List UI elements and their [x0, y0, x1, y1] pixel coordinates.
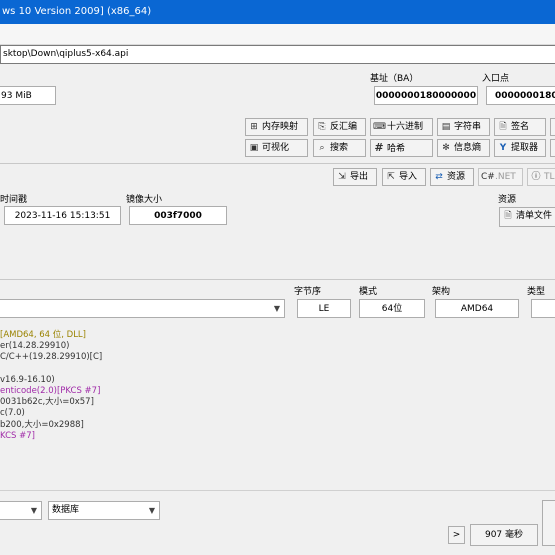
endian-label: 字节序: [294, 287, 322, 297]
manifest-button[interactable]: 🗎 清单文件: [499, 207, 555, 227]
memory-map-icon: ⊞: [250, 122, 258, 132]
tls-button[interactable]: ⓘ TL: [527, 168, 555, 186]
memory-map-button[interactable]: ⊞ 内存映射: [245, 118, 308, 136]
next-button[interactable]: >: [448, 526, 465, 544]
window-title: ws 10 Version 2009] (x86_64): [2, 6, 152, 17]
separator: [0, 163, 555, 164]
export-button[interactable]: ⇲ 导出: [333, 168, 377, 186]
disassemble-button[interactable]: ⎘ 反汇编: [313, 118, 366, 136]
signature-icon: 🗎: [499, 122, 507, 132]
dotnet-button[interactable]: C#.NET: [478, 168, 523, 186]
entropy-button[interactable]: ✻ 信息熵: [437, 139, 490, 157]
visualize-icon: ▣: [249, 143, 259, 153]
hash-icon: #: [374, 141, 384, 154]
manifest-icon: 🗎: [504, 211, 512, 221]
log-line: b200,大小=0x2988]: [0, 419, 84, 430]
log-line: KCS #7]: [0, 430, 35, 441]
csharp-icon: C#: [481, 172, 495, 182]
more-tools-button[interactable]: [550, 118, 555, 136]
database-combo[interactable]: 数据库 ▼: [48, 501, 160, 520]
import-button[interactable]: ⇱ 导入: [382, 168, 426, 186]
import-icon: ⇱: [387, 172, 395, 182]
entry-point-label: 入口点: [482, 74, 510, 84]
hex-button[interactable]: ⌨十六进制: [370, 118, 433, 136]
log-line: [AMD64, 64 位, DLL]: [0, 330, 86, 340]
base-address-field: 0000000180000000: [374, 86, 478, 105]
strings-button[interactable]: ▤ 字符串: [437, 118, 490, 136]
type-label: 类型: [527, 287, 546, 297]
file-type-combo[interactable]: ▼: [0, 299, 285, 318]
scan-mode-combo[interactable]: ▼: [0, 501, 42, 520]
log-line: enticode(2.0)[PKCS #7]: [0, 386, 101, 397]
search-icon: ⌕: [319, 143, 325, 153]
type-field: [531, 299, 555, 318]
file-path-field[interactable]: sktop\Down\qiplus5-x64.api: [0, 45, 555, 64]
duration-button[interactable]: 907 毫秒: [470, 524, 538, 546]
mode-field: 64位: [359, 299, 425, 318]
log-line: v16.9-16.10): [0, 374, 55, 385]
separator: [0, 279, 555, 280]
signature-button[interactable]: 🗎 签名: [494, 118, 546, 136]
resources-button[interactable]: ⇄ 资源: [430, 168, 474, 186]
chevron-down-icon: ▼: [30, 506, 37, 515]
scan-results: [AMD64, 64 位, DLL] er(14.28.29910) C/C++…: [0, 330, 102, 442]
entropy-icon: ✻: [442, 143, 450, 153]
menu-band: [0, 24, 555, 45]
hash-button[interactable]: # 哈希: [370, 139, 433, 157]
log-line: c(7.0): [0, 408, 25, 419]
arch-label: 架构: [432, 287, 451, 297]
hex-icon: ⌨: [373, 122, 386, 132]
window-titlebar: ws 10 Version 2009] (x86_64): [0, 0, 555, 24]
timestamp-label: 时间戳: [0, 195, 28, 205]
resources-icon: ⇄: [435, 172, 443, 182]
image-size-label: 镜像大小: [126, 195, 163, 205]
log-line: er(14.28.29910): [0, 341, 70, 352]
chevron-down-icon: ▼: [273, 304, 280, 313]
resources-label: 资源: [498, 195, 517, 205]
mode-label: 模式: [359, 287, 378, 297]
more-tools-button-2[interactable]: [550, 139, 555, 157]
info-icon: ⓘ: [531, 172, 541, 182]
visualize-button[interactable]: ▣ 可视化: [245, 139, 308, 157]
log-line: 0031b62c,大小=0x57]: [0, 397, 94, 408]
search-button[interactable]: ⌕ 搜索: [313, 139, 366, 157]
image-size-field: 003f7000: [129, 206, 227, 225]
endian-field: LE: [297, 299, 351, 318]
log-line: C/C++(19.28.29910)[C]: [0, 352, 103, 363]
base-address-label: 基址（BA）: [370, 74, 419, 84]
export-icon: ⇲: [338, 172, 346, 182]
extractor-icon: Y: [499, 143, 507, 153]
file-size-field: 93 MiB: [0, 86, 56, 105]
strings-icon: ▤: [441, 122, 451, 132]
timestamp-field: 2023-11-16 15:13:51: [4, 206, 121, 225]
chevron-down-icon: ▼: [148, 506, 155, 515]
arch-field: AMD64: [435, 299, 519, 318]
disassemble-icon: ⎘: [318, 122, 326, 132]
scan-button[interactable]: [542, 500, 555, 546]
entry-point-field: 00000001800: [486, 86, 555, 105]
extractor-button[interactable]: Y 提取器: [494, 139, 546, 157]
